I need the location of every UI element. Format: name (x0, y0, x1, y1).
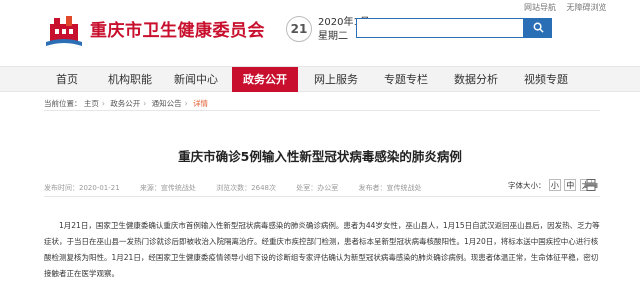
site-map-link[interactable]: 网站导航 (524, 3, 556, 12)
breadcrumb-divider (44, 110, 600, 111)
article-body: 1月21日，国家卫生健康委确认重庆市首例输入性新型冠状病毒感染的肺炎确诊病例。患… (44, 221, 600, 278)
date-day: 21 (286, 16, 312, 42)
nav-item-data-analysis[interactable]: 数据分析 (446, 67, 506, 92)
print-icon[interactable] (584, 179, 598, 191)
font-size-control: 字体大小： 小 中 大 (508, 179, 592, 191)
nav-item-organization[interactable]: 机构职能 (100, 67, 160, 92)
main-nav: 首页 机构职能 新闻中心 政务公开 网上服务 专题专栏 数据分析 视频专题 (0, 66, 640, 92)
nav-item-news[interactable]: 新闻中心 (166, 67, 226, 92)
search-input[interactable] (356, 18, 524, 38)
nav-item-gov-affairs[interactable]: 政务公开 (232, 67, 298, 92)
nav-item-video[interactable]: 视频专题 (516, 67, 576, 92)
font-size-small-button[interactable]: 小 (548, 179, 561, 191)
view-count: 浏览次数：2648次 (216, 184, 276, 192)
article-meta: 发布时间：2020-01-21 来源：宣传统战处 浏览次数：2648次 处室：办… (44, 183, 439, 193)
site-logo-icon[interactable] (44, 10, 84, 48)
breadcrumb-separator: › (101, 99, 105, 108)
breadcrumb-separator: › (143, 99, 147, 108)
search-button[interactable] (524, 18, 552, 38)
font-size-label: 字体大小： (508, 181, 546, 190)
article-office: 处室：办公室 (296, 184, 339, 192)
search-icon (533, 22, 544, 33)
breadcrumb-prefix: 当前位置： (44, 99, 82, 108)
breadcrumb-separator: › (184, 99, 188, 108)
publish-date: 发布时间：2020-01-21 (44, 184, 120, 192)
nav-item-online-services[interactable]: 网上服务 (306, 67, 366, 92)
breadcrumb-gov-affairs[interactable]: 政务公开 (110, 99, 140, 108)
breadcrumb-notices[interactable]: 通知公告 (152, 99, 182, 108)
site-title[interactable]: 重庆市卫生健康委员会 (90, 16, 265, 41)
article-title: 重庆市确诊5例输入性新型冠状病毒感染的肺炎病例 (178, 149, 462, 164)
font-size-medium-button[interactable]: 中 (564, 179, 577, 191)
article-author: 发布者：宣传统战处 (358, 184, 422, 192)
page: 重庆市卫生健康委员会 21 2020年1月 星期二 网站导航 无障碍浏览 首页 … (0, 0, 640, 305)
nav-item-home[interactable]: 首页 (44, 67, 90, 92)
nav-item-topics[interactable]: 专题专栏 (376, 67, 436, 92)
accessibility-link[interactable]: 无障碍浏览 (567, 3, 607, 12)
article-source: 来源：宣传统战处 (139, 184, 196, 192)
meta-divider (44, 196, 600, 197)
top-links: 网站导航 无障碍浏览 (516, 2, 607, 13)
breadcrumb: 当前位置： 主页 › 政务公开 › 通知公告 › 详情 (44, 98, 208, 109)
site-header: 重庆市卫生健康委员会 21 2020年1月 星期二 网站导航 无障碍浏览 (0, 0, 640, 60)
breadcrumb-home[interactable]: 主页 (84, 99, 99, 108)
breadcrumb-current: 详情 (193, 99, 209, 108)
